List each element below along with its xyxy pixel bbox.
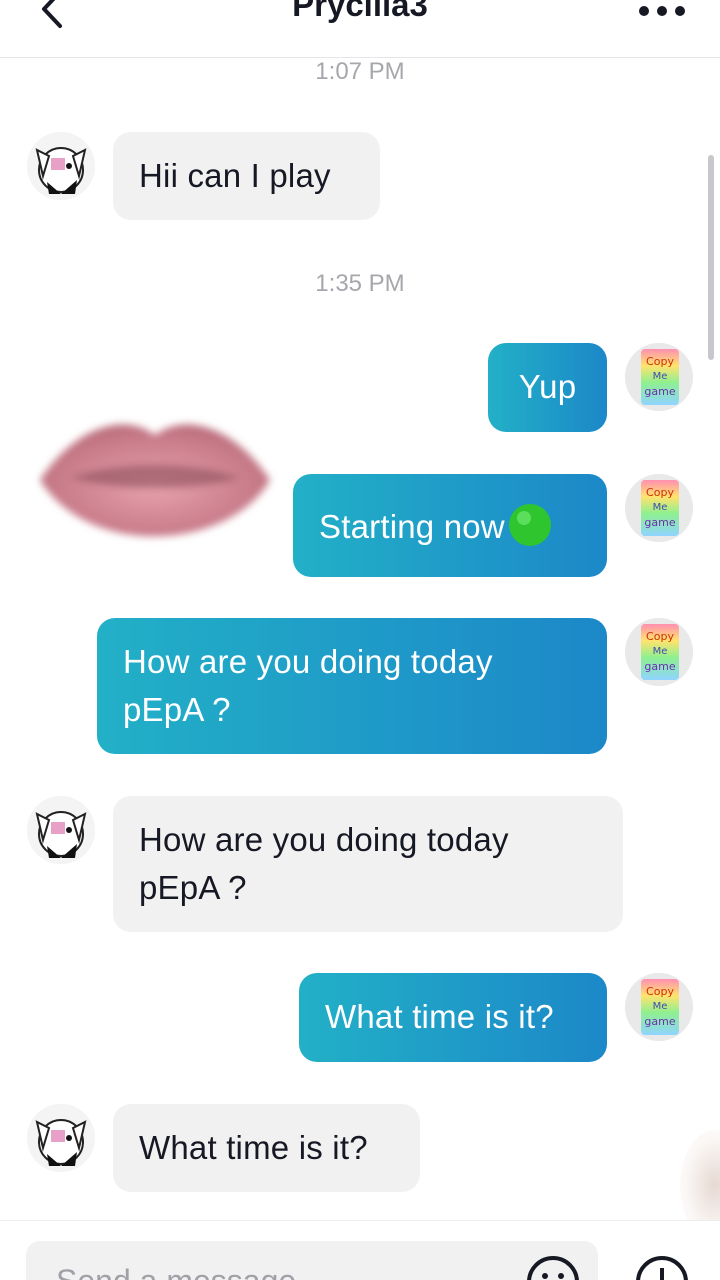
message-input[interactable]: [26, 1241, 598, 1280]
chat-header: Prycilla3: [0, 0, 720, 58]
outgoing-message-bubble[interactable]: What time is it?: [299, 973, 607, 1062]
avatar-text: game: [644, 385, 675, 398]
copy-me-game-avatar[interactable]: Copy Me game: [625, 343, 693, 411]
dog-avatar[interactable]: [27, 796, 95, 864]
avatar-text: Copy: [646, 486, 674, 499]
avatar-text: Me: [653, 1001, 668, 1012]
timestamp: 1:35 PM: [315, 270, 405, 297]
more-horizontal-icon[interactable]: [632, 2, 692, 20]
copy-me-game-avatar[interactable]: Copy Me game: [625, 474, 693, 542]
dog-avatar[interactable]: [27, 132, 95, 200]
green-circle-emoji: [508, 504, 551, 546]
avatar-text: Me: [653, 502, 668, 513]
avatar-text: Me: [653, 646, 668, 657]
copy-me-game-avatar[interactable]: Copy Me game: [625, 973, 693, 1041]
incoming-message-bubble[interactable]: How are you doing today pEpA ?: [113, 796, 623, 932]
outgoing-message-bubble[interactable]: How are you doing today pEpA ?: [97, 618, 607, 754]
timestamp: 1:07 PM: [315, 58, 405, 85]
chat-title[interactable]: Prycilla3: [0, 0, 720, 24]
avatar-text: Copy: [646, 355, 674, 368]
lips-image: [40, 424, 270, 537]
incoming-message-bubble[interactable]: What time is it?: [113, 1104, 420, 1192]
avatar-text: game: [644, 516, 675, 529]
avatar-text: game: [644, 660, 675, 673]
avatar-text: Me: [653, 371, 668, 382]
copy-me-game-avatar[interactable]: Copy Me game: [625, 618, 693, 686]
outgoing-message-bubble[interactable]: Starting now: [293, 474, 607, 577]
dog-avatar[interactable]: [27, 1104, 95, 1172]
avatar-text: Copy: [646, 985, 674, 998]
incoming-message-bubble[interactable]: Hii can I play: [113, 132, 380, 220]
message-text: Starting now: [319, 508, 505, 545]
avatar-text: game: [644, 1015, 675, 1028]
avatar-text: Copy: [646, 630, 674, 643]
scrollbar[interactable]: [708, 155, 714, 360]
plus-icon[interactable]: [634, 1254, 690, 1280]
message-composer: [0, 1220, 720, 1280]
outgoing-message-bubble[interactable]: Yup: [488, 343, 607, 432]
emoji-icon[interactable]: [525, 1254, 581, 1280]
